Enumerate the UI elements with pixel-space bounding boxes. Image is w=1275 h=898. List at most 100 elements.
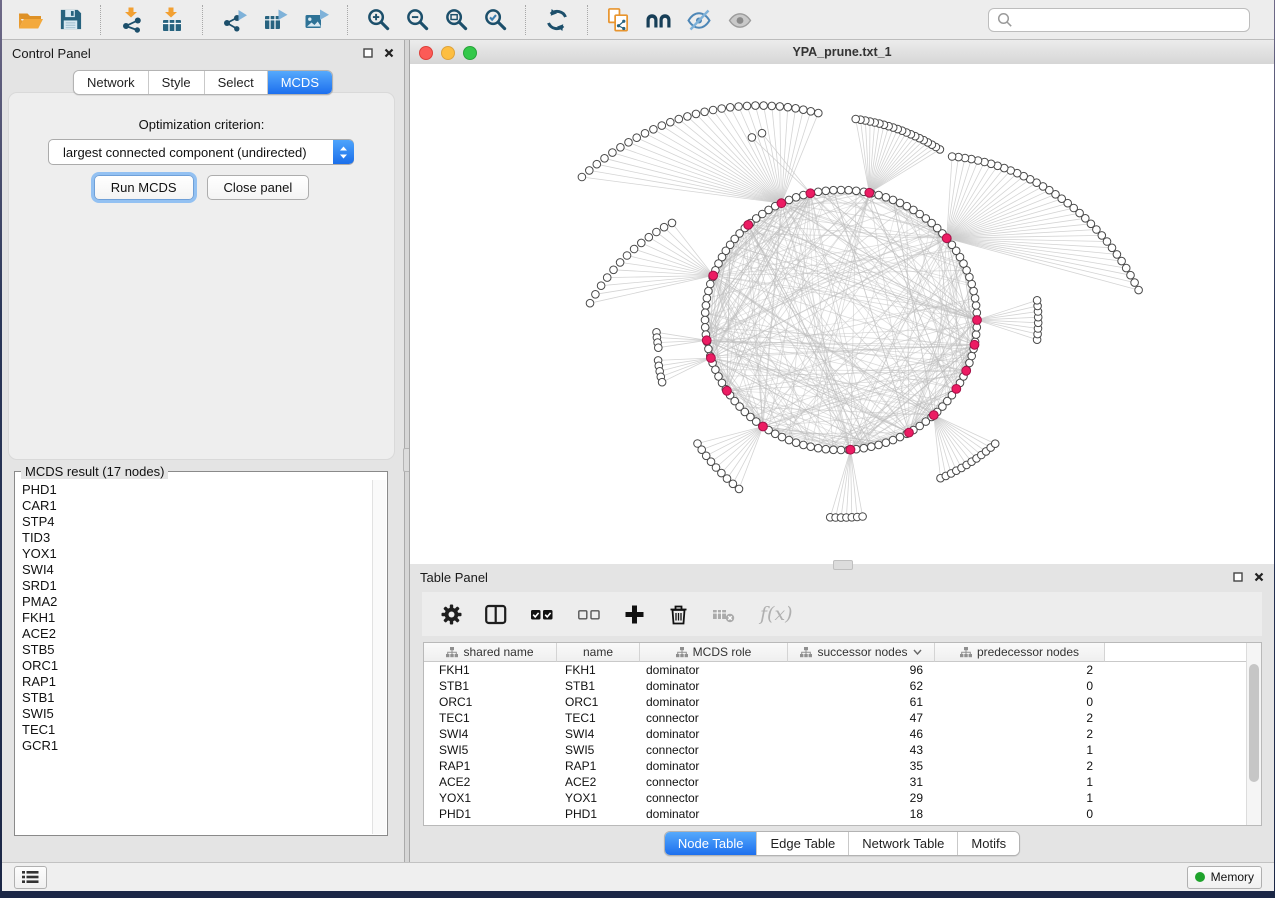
tree-icon: [676, 647, 688, 658]
table-row[interactable]: SWI4SWI4dominator462: [424, 726, 1261, 742]
list-item[interactable]: RAP1: [22, 674, 373, 690]
criterion-label: Optimization criterion:: [9, 117, 394, 132]
table-body: FKH1FKH1dominator962STB1STB1dominator620…: [424, 662, 1261, 822]
zoom-selected-icon[interactable]: [478, 5, 513, 34]
close-panel-button[interactable]: Close panel: [207, 175, 310, 200]
table-row[interactable]: STB1STB1dominator620: [424, 678, 1261, 694]
tab-network[interactable]: Network: [74, 71, 148, 94]
table-cell: 31: [788, 774, 935, 790]
refresh-icon[interactable]: [539, 5, 575, 35]
close-window-button[interactable]: [419, 46, 433, 60]
zoom-fit-icon[interactable]: [439, 5, 474, 34]
deselect-all-icon[interactable]: [570, 601, 608, 628]
float-window-icon[interactable]: [363, 48, 373, 58]
list-item[interactable]: ORC1: [22, 658, 373, 674]
network-window-titlebar[interactable]: YPA_prune.txt_1: [410, 40, 1274, 65]
list-item[interactable]: STB5: [22, 642, 373, 658]
list-item[interactable]: YOX1: [22, 546, 373, 562]
export-table-icon[interactable]: [257, 5, 294, 35]
list-item[interactable]: CAR1: [22, 498, 373, 514]
run-mcds-button[interactable]: Run MCDS: [94, 175, 194, 200]
table-cell: dominator: [640, 678, 788, 694]
panes-icon[interactable]: [478, 601, 514, 628]
zoom-out-icon[interactable]: [400, 5, 435, 34]
list-item[interactable]: SWI4: [22, 562, 373, 578]
tab-style[interactable]: Style: [148, 71, 204, 94]
column-header[interactable]: predecessor nodes: [935, 643, 1105, 662]
plus-icon[interactable]: [617, 601, 652, 628]
status-menu-button[interactable]: [14, 866, 47, 889]
table-header: shared name name MCDS rolesuccessor nodesp…: [424, 643, 1261, 662]
list-item[interactable]: PHD1: [22, 482, 373, 498]
table-scrollbar[interactable]: [1246, 643, 1261, 825]
new-network-icon[interactable]: [601, 5, 636, 35]
memory-button[interactable]: Memory: [1187, 866, 1262, 889]
tab-select[interactable]: Select: [204, 71, 267, 94]
tab-edge-table[interactable]: Edge Table: [756, 832, 848, 855]
table-row[interactable]: TEC1TEC1connector472: [424, 710, 1261, 726]
tab-motifs[interactable]: Motifs: [957, 832, 1019, 855]
save-icon[interactable]: [53, 5, 88, 34]
column-header[interactable]: name: [557, 643, 640, 662]
tab-network-table[interactable]: Network Table: [848, 832, 957, 855]
horizontal-splitter[interactable]: [833, 560, 853, 570]
tree-icon: [446, 647, 458, 658]
maximize-window-button[interactable]: [463, 46, 477, 60]
close-panel-icon[interactable]: [384, 48, 394, 58]
table-row[interactable]: ACE2ACE2connector311: [424, 774, 1261, 790]
export-network-icon[interactable]: [216, 5, 253, 35]
network-canvas[interactable]: [410, 64, 1274, 564]
table-row[interactable]: SWI5SWI5connector431: [424, 742, 1261, 758]
list-item[interactable]: SRD1: [22, 578, 373, 594]
mcds-result-title: MCDS result (17 nodes): [21, 464, 168, 479]
close-table-panel-icon[interactable]: [1254, 572, 1264, 582]
select-all-icon[interactable]: [523, 601, 561, 628]
zoom-in-icon[interactable]: [361, 5, 396, 34]
float-table-panel-icon[interactable]: [1233, 572, 1243, 582]
list-item[interactable]: TEC1: [22, 722, 373, 738]
list-item[interactable]: STP4: [22, 514, 373, 530]
hide-eye-icon[interactable]: [681, 5, 718, 35]
table-row[interactable]: ORC1ORC1dominator610: [424, 694, 1261, 710]
list-item[interactable]: GCR1: [22, 738, 373, 754]
trash-icon[interactable]: [661, 601, 696, 628]
table-cell: ORC1: [557, 694, 640, 710]
minimize-window-button[interactable]: [441, 46, 455, 60]
criterion-select[interactable]: largest connected component (undirected): [48, 139, 354, 165]
table-row[interactable]: FKH1FKH1dominator962: [424, 662, 1261, 678]
export-image-icon[interactable]: [298, 5, 335, 35]
neighbors-icon[interactable]: [640, 5, 677, 35]
gear-icon[interactable]: [434, 601, 469, 628]
column-header[interactable]: MCDS role: [640, 643, 788, 662]
table-cell: 46: [788, 726, 935, 742]
table-cell: ACE2: [424, 774, 557, 790]
table-row[interactable]: RAP1RAP1dominator352: [424, 758, 1261, 774]
table-cell: 0: [935, 678, 1105, 694]
table-cell: PHD1: [424, 806, 557, 822]
table-cell: SWI5: [424, 742, 557, 758]
tab-mcds[interactable]: MCDS: [267, 71, 332, 94]
table-row[interactable]: YOX1YOX1connector291: [424, 790, 1261, 806]
column-header[interactable]: successor nodes: [788, 643, 935, 662]
open-icon[interactable]: [12, 5, 49, 35]
table-cell: dominator: [640, 662, 788, 678]
search-box[interactable]: [988, 8, 1250, 32]
column-label: name: [583, 645, 613, 659]
table-cell: dominator: [640, 726, 788, 742]
import-table-icon[interactable]: [154, 4, 190, 35]
tab-node-table[interactable]: Node Table: [665, 832, 757, 855]
list-item[interactable]: PMA2: [22, 594, 373, 610]
list-item[interactable]: ACE2: [22, 626, 373, 642]
list-item[interactable]: TID3: [22, 530, 373, 546]
list-item[interactable]: SWI5: [22, 706, 373, 722]
mcds-result-list[interactable]: PHD1CAR1STP4TID3YOX1SWI4SRD1PMA2FKH1ACE2…: [15, 479, 373, 835]
mcds-result-scrollbar[interactable]: [372, 480, 386, 834]
show-eye-icon[interactable]: [722, 5, 759, 35]
list-item[interactable]: STB1: [22, 690, 373, 706]
scrollbar-thumb[interactable]: [1249, 664, 1259, 782]
import-network-icon[interactable]: [114, 4, 150, 35]
list-item[interactable]: FKH1: [22, 610, 373, 626]
table-row[interactable]: PHD1PHD1dominator180: [424, 806, 1261, 822]
column-header[interactable]: shared name: [424, 643, 557, 662]
search-input[interactable]: [1018, 12, 1241, 28]
